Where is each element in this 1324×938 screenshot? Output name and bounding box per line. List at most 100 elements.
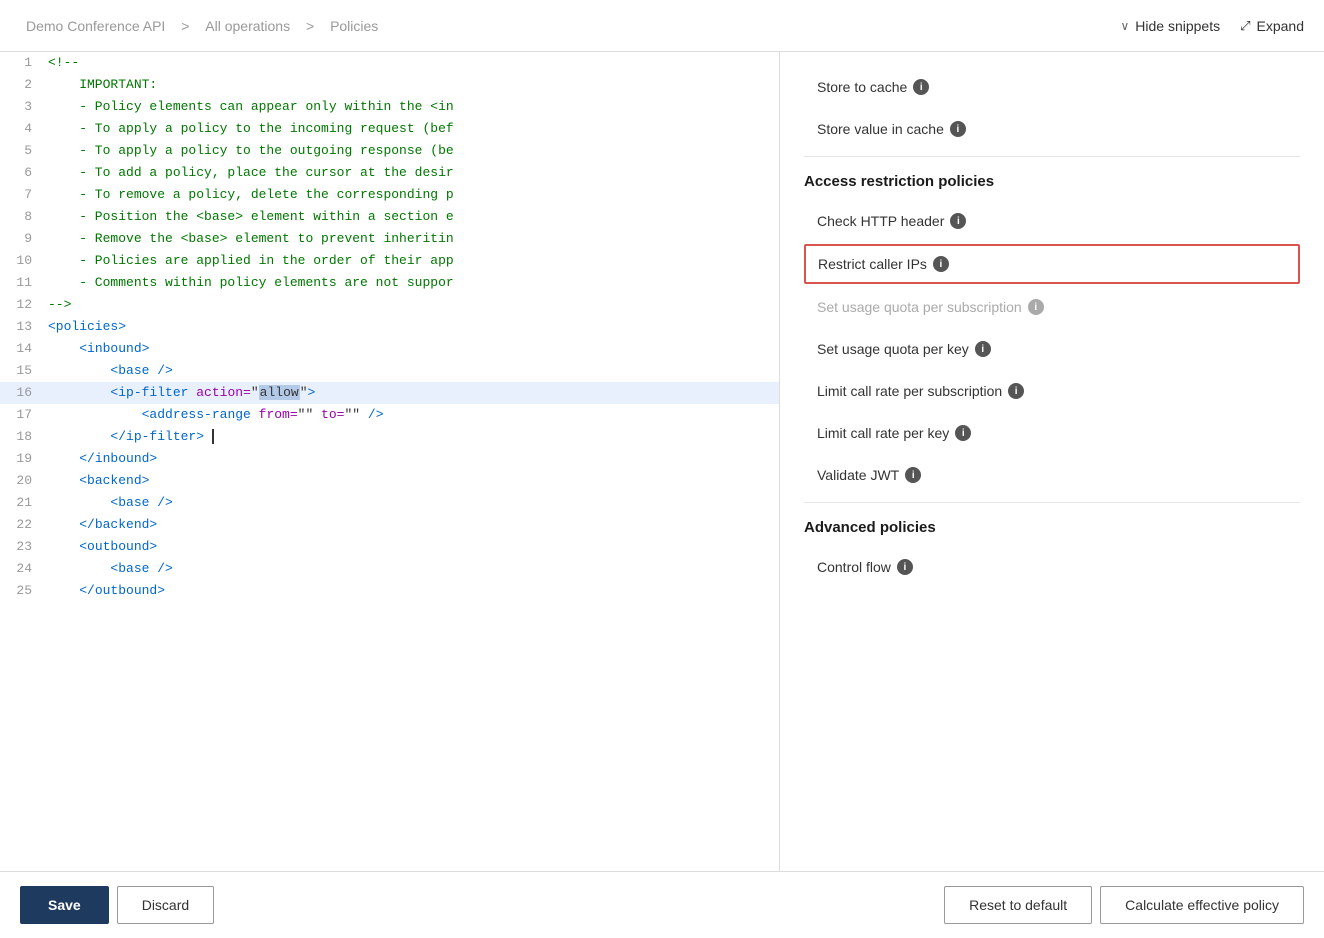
info-icon-restrict-caller-ips[interactable]: i [933, 256, 949, 272]
code-text-13: <policies> [48, 317, 136, 337]
line-number-15: 15 [0, 361, 48, 381]
code-text-2: IMPORTANT: [48, 75, 167, 95]
code-text-21: <base /> [48, 493, 183, 513]
code-line-5: 5 - To apply a policy to the outgoing re… [0, 140, 779, 162]
info-icon-limit-call-rate-per-key[interactable]: i [955, 425, 971, 441]
line-number-4: 4 [0, 119, 48, 139]
code-editor[interactable]: 1 <!-- 2 IMPORTANT: 3 - Policy elements … [0, 52, 780, 871]
bottom-left-actions: Save Discard [20, 886, 214, 924]
chevron-down-icon: ∨ [1120, 19, 1129, 33]
code-line-6: 6 - To add a policy, place the cursor at… [0, 162, 779, 184]
line-number-13: 13 [0, 317, 48, 337]
policy-item-validate-jwt[interactable]: Validate JWT i [804, 456, 1300, 494]
code-line-7: 7 - To remove a policy, delete the corre… [0, 184, 779, 206]
line-number-20: 20 [0, 471, 48, 491]
policy-label-set-usage-quota-per-key: Set usage quota per key [817, 341, 969, 357]
code-text-15: <base /> [48, 361, 183, 381]
line-number-17: 17 [0, 405, 48, 425]
code-text-16: <ip-filter action="allow"> [48, 383, 325, 403]
info-icon-set-usage-quota-per-subscription: i [1028, 299, 1044, 315]
code-text-18: </ip-filter> [48, 427, 224, 447]
line-number-5: 5 [0, 141, 48, 161]
line-number-9: 9 [0, 229, 48, 249]
breadcrumb-sep2: > [306, 18, 318, 34]
code-text-1: <!-- [48, 53, 89, 73]
code-text-11: - Comments within policy elements are no… [48, 273, 464, 293]
code-line-24: 24 <base /> [0, 558, 779, 580]
code-text-10: - Policies are applied in the order of t… [48, 251, 464, 271]
code-text-7: - To remove a policy, delete the corresp… [48, 185, 464, 205]
policy-label-control-flow: Control flow [817, 559, 891, 575]
code-text-6: - To add a policy, place the cursor at t… [48, 163, 464, 183]
breadcrumb-part1[interactable]: Demo Conference API [26, 18, 165, 34]
info-icon-store-value-in-cache[interactable]: i [950, 121, 966, 137]
info-icon-validate-jwt[interactable]: i [905, 467, 921, 483]
breadcrumb-part3: Policies [330, 18, 378, 34]
policy-item-store-value-in-cache[interactable]: Store value in cache i [804, 110, 1300, 148]
discard-button[interactable]: Discard [117, 886, 214, 924]
calculate-effective-policy-button[interactable]: Calculate effective policy [1100, 886, 1304, 924]
breadcrumb: Demo Conference API > All operations > P… [20, 18, 384, 34]
access-restriction-section-title: Access restriction policies [804, 173, 1300, 190]
expand-button[interactable]: ⤢ Expand [1240, 18, 1304, 34]
code-line-20: 20 <backend> [0, 470, 779, 492]
line-number-18: 18 [0, 427, 48, 447]
code-line-10: 10 - Policies are applied in the order o… [0, 250, 779, 272]
line-number-19: 19 [0, 449, 48, 469]
expand-label: Expand [1257, 18, 1304, 34]
breadcrumb-part2[interactable]: All operations [205, 18, 290, 34]
code-text-25: </outbound> [48, 581, 175, 601]
policy-label-store-value-in-cache: Store value in cache [817, 121, 944, 137]
line-number-22: 22 [0, 515, 48, 535]
policy-label-validate-jwt: Validate JWT [817, 467, 899, 483]
info-icon-control-flow[interactable]: i [897, 559, 913, 575]
section-divider-2 [804, 502, 1300, 503]
code-line-13: 13 <policies> [0, 316, 779, 338]
line-number-25: 25 [0, 581, 48, 601]
policy-label-set-usage-quota-per-subscription: Set usage quota per subscription [817, 299, 1022, 315]
line-number-2: 2 [0, 75, 48, 95]
policy-label-limit-call-rate-per-subscription: Limit call rate per subscription [817, 383, 1002, 399]
line-number-3: 3 [0, 97, 48, 117]
expand-icon: ⤢ [1240, 18, 1250, 34]
code-line-25: 25 </outbound> [0, 580, 779, 602]
policy-item-store-to-cache[interactable]: Store to cache i [804, 68, 1300, 106]
code-line-11: 11 - Comments within policy elements are… [0, 272, 779, 294]
line-number-24: 24 [0, 559, 48, 579]
code-line-2: 2 IMPORTANT: [0, 74, 779, 96]
code-line-9: 9 - Remove the <base> element to prevent… [0, 228, 779, 250]
policy-item-restrict-caller-ips[interactable]: Restrict caller IPs i [804, 244, 1300, 284]
reset-to-default-button[interactable]: Reset to default [944, 886, 1092, 924]
policy-item-check-http-header[interactable]: Check HTTP header i [804, 202, 1300, 240]
code-text-12: --> [48, 295, 81, 315]
info-icon-store-to-cache[interactable]: i [913, 79, 929, 95]
policy-label-check-http-header: Check HTTP header [817, 213, 944, 229]
code-text-24: <base /> [48, 559, 183, 579]
code-line-16: 16 <ip-filter action="allow"> [0, 382, 779, 404]
info-icon-limit-call-rate-per-subscription[interactable]: i [1008, 383, 1024, 399]
line-number-21: 21 [0, 493, 48, 513]
section-divider-1 [804, 156, 1300, 157]
code-text-8: - Position the <base> element within a s… [48, 207, 464, 227]
policy-item-limit-call-rate-per-subscription[interactable]: Limit call rate per subscription i [804, 372, 1300, 410]
info-icon-check-http-header[interactable]: i [950, 213, 966, 229]
policy-item-control-flow[interactable]: Control flow i [804, 548, 1300, 586]
bottom-bar: Save Discard Reset to default Calculate … [0, 871, 1324, 938]
code-line-23: 23 <outbound> [0, 536, 779, 558]
line-number-14: 14 [0, 339, 48, 359]
code-text-5: - To apply a policy to the outgoing resp… [48, 141, 464, 161]
code-line-4: 4 - To apply a policy to the incoming re… [0, 118, 779, 140]
code-text-22: </backend> [48, 515, 167, 535]
save-button[interactable]: Save [20, 886, 109, 924]
policy-item-set-usage-quota-per-key[interactable]: Set usage quota per key i [804, 330, 1300, 368]
bottom-right-actions: Reset to default Calculate effective pol… [944, 886, 1304, 924]
breadcrumb-sep1: > [181, 18, 193, 34]
code-line-8: 8 - Position the <base> element within a… [0, 206, 779, 228]
info-icon-set-usage-quota-per-key[interactable]: i [975, 341, 991, 357]
hide-snippets-button[interactable]: ∨ Hide snippets [1120, 18, 1220, 34]
line-number-16: 16 [0, 383, 48, 403]
main-content: 1 <!-- 2 IMPORTANT: 3 - Policy elements … [0, 52, 1324, 871]
policy-item-limit-call-rate-per-key[interactable]: Limit call rate per key i [804, 414, 1300, 452]
code-line-17: 17 <address-range from="" to="" /> [0, 404, 779, 426]
code-line-15: 15 <base /> [0, 360, 779, 382]
